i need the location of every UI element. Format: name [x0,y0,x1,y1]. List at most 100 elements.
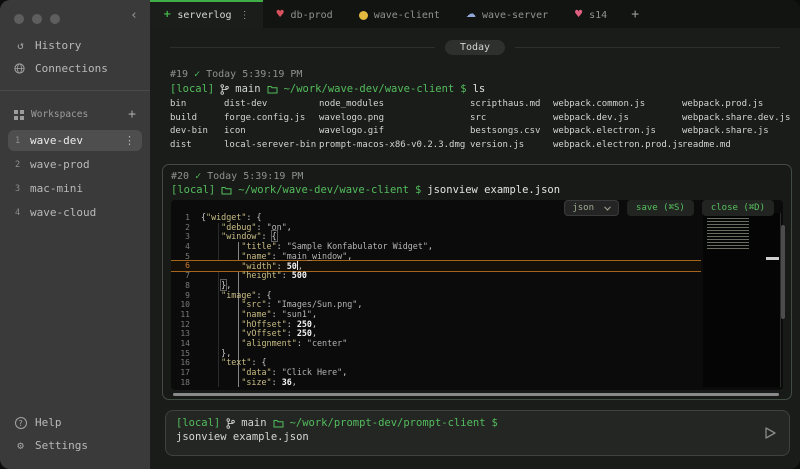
line-number: 11 [171,310,201,320]
line-number: 18 [171,378,201,388]
workspace-item-mac-mini[interactable]: 3mac-mini [8,178,142,199]
ls-entry: node_modules [319,98,470,112]
ls-entry: webpack.share.js [682,125,800,139]
line-text: "name": "main_window", [201,252,352,262]
ls-entry: local-serever-bin [224,139,319,153]
workspace-item-wave-prod[interactable]: 2 wave-prod [8,154,142,175]
zoom-window-button[interactable] [50,14,60,24]
git-branch-label: main [235,83,260,95]
code-line-7[interactable]: 7 "height": 500 [171,271,701,281]
history-icon: ↺ [14,39,27,52]
tab-db-prod[interactable]: ♥db-prod [263,0,346,28]
tab-label: wave-client [374,10,440,21]
folder-icon [273,419,284,428]
line-number: 6 [171,261,201,271]
ls-entry: readme.md [682,139,800,153]
line-number: 12 [171,320,201,330]
block-19-header: #19 ✓ Today 5:39:19 PM [170,69,800,80]
ls-entry: wavelogo.png [319,112,470,126]
grid-icon [14,110,24,120]
close-button[interactable]: close (⌘D) [702,200,774,216]
cwd-path: ~/work/prompt-dev/prompt-client [290,417,486,429]
workspace-list: 1wave-dev⋮ 2 wave-prod 3mac-mini 4wave-cloud [0,130,150,223]
editor-minimap[interactable] [703,213,781,387]
gear-icon: ⚙ [14,439,27,452]
sidebar-item-history[interactable]: ↺ History [0,34,150,57]
add-tab-button[interactable]: + [620,0,650,28]
json-editor[interactable]: 1{"widget": {2 "debug": "on",3 "window":… [171,200,783,390]
ls-entry: webpack.common.js [553,98,682,112]
command-block-19[interactable]: #19 ✓ Today 5:39:19 PM [local] main ~/wo… [150,55,800,152]
editor-horizontal-scrollbar[interactable] [173,393,779,396]
prompt-dollar: $ [460,83,466,95]
tab-s14[interactable]: ♥s14 [561,0,620,28]
date-pill: Today [445,40,505,55]
close-window-button[interactable] [14,14,24,24]
workspace-item-wave-dev[interactable]: 1wave-dev⋮ [8,130,142,151]
help-icon: ? [14,416,27,430]
minimize-window-button[interactable] [32,14,42,24]
collapse-sidebar-icon[interactable]: ‹ [130,8,138,23]
block-20-header: #20 ✓ Today 5:39:19 PM [171,171,783,182]
history-scrollbar[interactable] [781,225,785,319]
line-text: "size": 36, [201,378,297,388]
host-label: [local] [176,417,220,429]
code-line-18[interactable]: 18 "size": 36, [171,378,701,388]
settings-label: Settings [35,439,88,452]
tab-label: s14 [589,10,607,21]
ls-entry: icon [224,125,319,139]
code-lines: 1{"widget": {2 "debug": "on",3 "window":… [171,200,701,387]
git-branch-icon [220,84,229,95]
code-line-14[interactable]: 14 "alignment": "center" [171,339,701,349]
block-20-id: #20 [171,171,189,182]
ls-entry: webpack.electron.js [553,125,682,139]
workspace-label: wave-prod [30,158,90,171]
send-icon[interactable] [762,425,778,441]
sidebar-item-help[interactable]: ? Help [0,411,150,435]
command-input-box[interactable]: [local] main ~/work/prompt-dev/prompt-cl… [165,410,790,456]
workspace-index: 1 [15,136,24,146]
code-line-5[interactable]: 5 "name": "main_window", [171,252,701,262]
help-label: Help [35,416,62,429]
prompt-dollar: $ [415,184,421,196]
command-text: jsonview example.json [427,184,560,196]
tab-label: wave-server [482,10,548,21]
minimap-cursor-marker [766,257,779,260]
tab-wave-client[interactable]: wave-client [346,0,453,28]
block-20-command-line: [local] ~/work/wave-dev/wave-client $ js… [171,184,783,196]
workspace-item-wave-cloud[interactable]: 4wave-cloud [8,202,142,223]
workspace-menu-icon[interactable]: ⋮ [124,134,135,147]
ls-entry: webpack.dev.js [553,112,682,126]
ls-entry: webpack.electron.prod.js [553,139,682,153]
sidebar-spacer [0,223,150,411]
ls-entry: webpack.share.dev.js [682,112,800,126]
language-select[interactable]: json [564,200,619,216]
add-workspace-button[interactable]: + [128,107,136,122]
workspace-index: 3 [15,184,24,194]
tab-wave-server[interactable]: ☁wave-server [453,0,561,28]
cwd-path: ~/work/wave-dev/wave-client [238,184,409,196]
workspace-index: 4 [15,208,24,218]
ls-entry: dev-bin [170,125,224,139]
line-number: 9 [171,291,201,301]
tab-serverlog[interactable]: +serverlog⋮ [150,0,263,28]
line-number: 16 [171,358,201,368]
app-window: ‹ ↺ History Connections Workspaces + 1wa… [0,0,800,469]
command-block-20[interactable]: #20 ✓ Today 5:39:19 PM [local] ~/work/wa… [162,164,792,400]
ls-entry: bestsongs.csv [470,125,553,139]
date-divider: Today [170,40,780,55]
block-19-id: #19 [170,69,188,80]
save-button[interactable]: save (⌘S) [627,200,694,216]
terminal-history: Today #19 ✓ Today 5:39:19 PM [local] mai… [150,28,800,404]
block-19-command-line: [local] main ~/work/wave-dev/wave-client… [170,83,800,95]
editor-toolbar: json save (⌘S) close (⌘D) [564,200,774,216]
sidebar-item-settings[interactable]: ⚙ Settings [0,434,150,457]
workspace-index: 2 [15,160,24,170]
line-number: 3 [171,232,201,242]
command-input-value[interactable]: jsonview example.json [176,431,755,443]
history-label: History [35,39,81,52]
sidebar-item-connections[interactable]: Connections [0,57,150,80]
ls-entry: src [470,112,553,126]
ls-entry: forge.config.js [224,112,319,126]
tab-menu-icon[interactable]: ⋮ [240,10,250,21]
